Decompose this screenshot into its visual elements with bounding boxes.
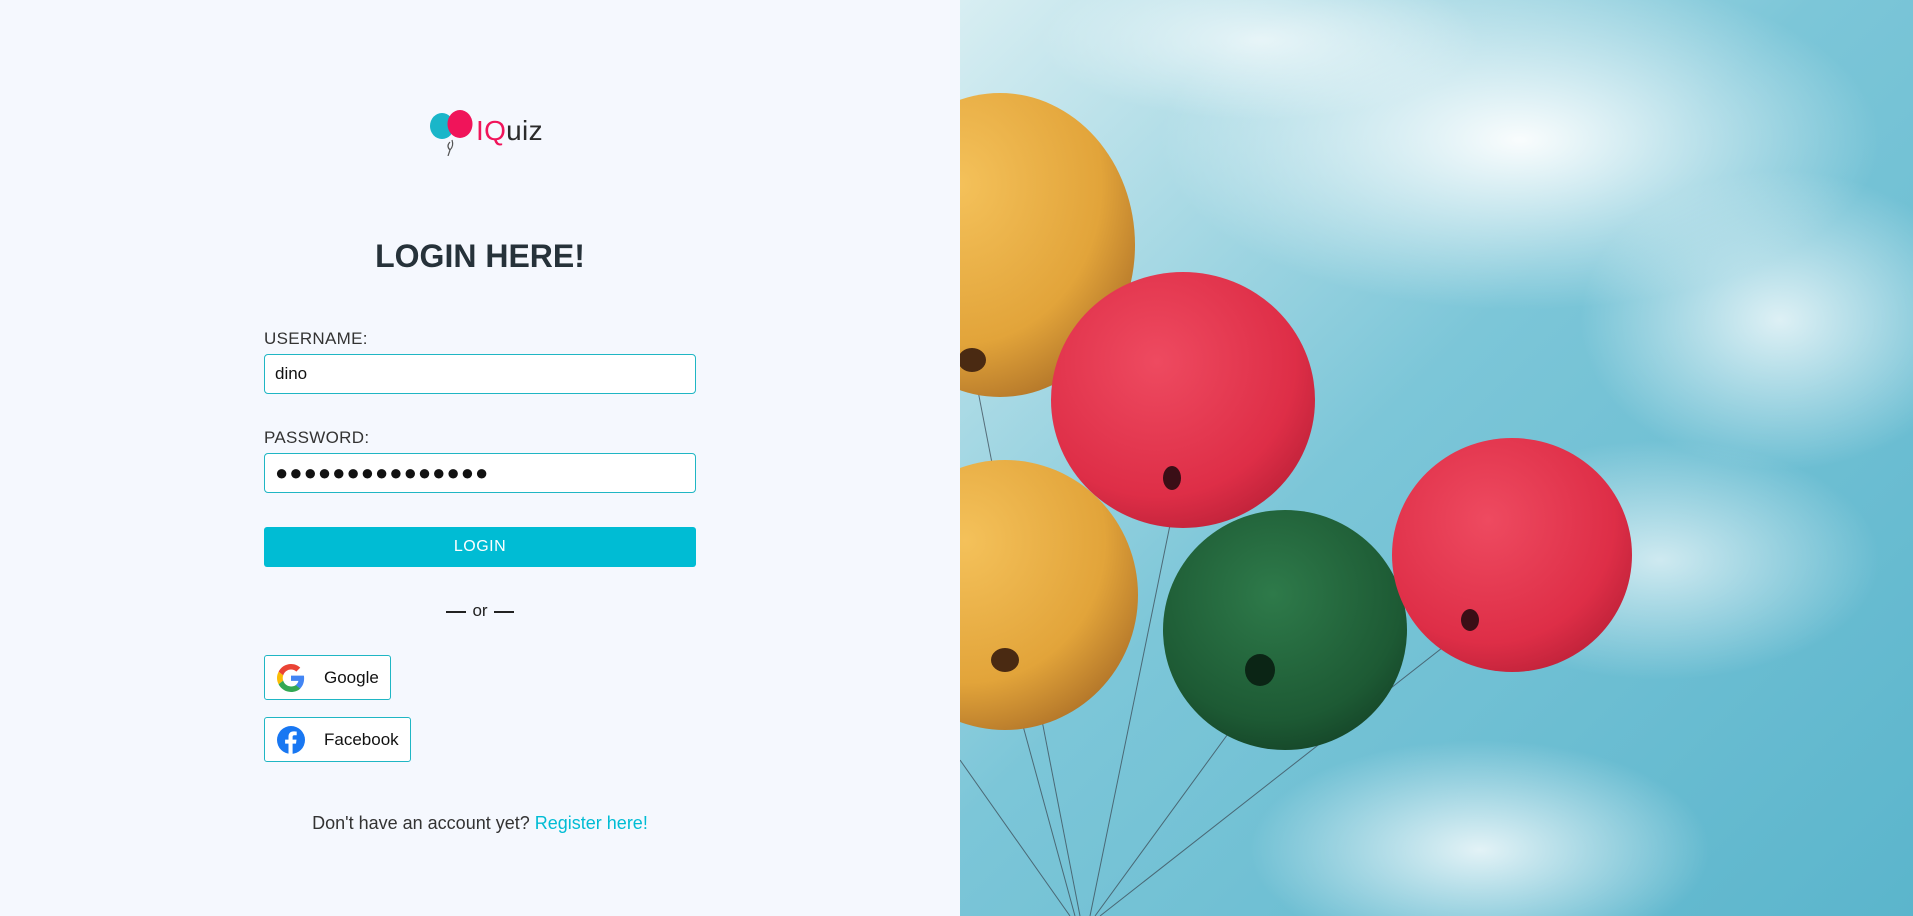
balloons-sky-photo: [960, 0, 1913, 916]
divider-line-right: [493, 610, 514, 613]
login-button[interactable]: LOGIN: [264, 527, 696, 567]
register-link[interactable]: Register here!: [535, 813, 648, 833]
app-name-accent: IQ: [476, 115, 507, 146]
app-logo[interactable]: IQuiz: [428, 106, 543, 156]
username-label: USERNAME:: [264, 329, 368, 348]
or-divider: or: [0, 601, 960, 621]
register-prompt: Don't have an account yet?: [312, 813, 530, 833]
or-text: or: [472, 601, 488, 620]
google-icon: [276, 663, 306, 693]
page-title: LOGIN HERE!: [375, 238, 585, 274]
google-login-button[interactable]: Google: [264, 655, 391, 700]
app-name: IQuiz: [476, 115, 543, 147]
password-label: PASSWORD:: [264, 428, 370, 447]
register-row: Don't have an account yet? Register here…: [0, 813, 960, 834]
username-input[interactable]: [264, 354, 696, 394]
facebook-icon: [276, 725, 306, 755]
login-page: IQuiz LOGIN HERE! USERNAME: PASSWORD: LO…: [0, 0, 1913, 916]
hero-image: [960, 0, 1913, 916]
divider-line-left: [446, 610, 467, 613]
login-panel: IQuiz LOGIN HERE! USERNAME: PASSWORD: LO…: [0, 0, 960, 916]
google-label: Google: [324, 667, 379, 687]
balloons-logo-icon: [430, 110, 473, 156]
facebook-label: Facebook: [324, 729, 399, 749]
app-name-rest: uiz: [506, 115, 543, 146]
facebook-login-button[interactable]: Facebook: [264, 717, 411, 762]
password-input[interactable]: [264, 453, 696, 493]
